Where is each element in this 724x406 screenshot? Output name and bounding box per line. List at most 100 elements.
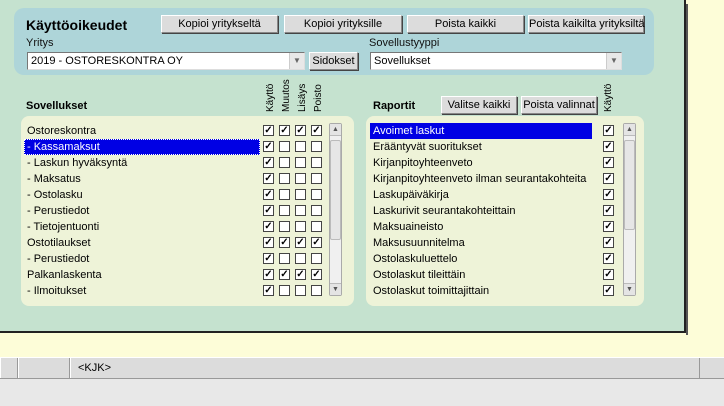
chevron-down-icon[interactable]: ▼: [289, 53, 304, 69]
page-title: Käyttöoikeudet: [26, 17, 128, 33]
links-button[interactable]: Sidokset: [309, 52, 358, 70]
permission-checkbox[interactable]: [295, 221, 306, 232]
permission-checkbox[interactable]: ✓: [311, 237, 322, 248]
permission-checkbox[interactable]: ✓: [311, 125, 322, 136]
permission-checkbox[interactable]: ✓: [263, 205, 274, 216]
permission-checkbox[interactable]: [295, 189, 306, 200]
list-item[interactable]: Ostoreskontra: [24, 123, 260, 139]
status-segment: [0, 358, 18, 378]
report-checkbox[interactable]: ✓: [603, 205, 614, 216]
permission-checkbox[interactable]: [279, 253, 290, 264]
report-checkbox[interactable]: ✓: [603, 253, 614, 264]
report-checkbox[interactable]: ✓: [603, 125, 614, 136]
list-item[interactable]: Kirjanpitoyhteenveto ilman seurantakohte…: [370, 171, 592, 187]
list-item[interactable]: Ostolaskuluettelo: [370, 251, 592, 267]
list-item[interactable]: Laskurivit seurantakohteittain: [370, 203, 592, 219]
apptype-select[interactable]: Sovellukset ▼: [370, 52, 622, 70]
permission-checkbox[interactable]: [311, 189, 322, 200]
list-item[interactable]: Maksuaineisto: [370, 219, 592, 235]
permission-checkbox[interactable]: ✓: [263, 269, 274, 280]
report-checkbox[interactable]: ✓: [603, 173, 614, 184]
report-checkbox[interactable]: ✓: [603, 189, 614, 200]
report-checkbox[interactable]: ✓: [603, 157, 614, 168]
permission-checkbox[interactable]: ✓: [295, 125, 306, 136]
permission-checkbox[interactable]: ✓: [279, 269, 290, 280]
scroll-up-icon[interactable]: ▲: [624, 124, 635, 136]
list-item[interactable]: - Perustiedot: [24, 203, 260, 219]
report-checkbox[interactable]: ✓: [603, 269, 614, 280]
list-item[interactable]: Ostotilaukset: [24, 235, 260, 251]
permission-checkbox[interactable]: [295, 285, 306, 296]
list-item[interactable]: Laskupäiväkirja: [370, 187, 592, 203]
list-item[interactable]: - Perustiedot: [24, 251, 260, 267]
remove-selected-button[interactable]: Poista valinnat: [521, 96, 597, 114]
permission-checkbox[interactable]: ✓: [263, 285, 274, 296]
permission-checkbox[interactable]: [279, 221, 290, 232]
permission-checkbox[interactable]: [279, 141, 290, 152]
company-select[interactable]: 2019 - OSTORESKONTRA OY ▼: [27, 52, 305, 70]
list-item[interactable]: - Maksatus: [24, 171, 260, 187]
permission-checkbox[interactable]: ✓: [295, 269, 306, 280]
permission-checkbox[interactable]: [279, 285, 290, 296]
permission-checkbox[interactable]: ✓: [263, 237, 274, 248]
permission-checkbox[interactable]: [311, 285, 322, 296]
permission-checkbox[interactable]: ✓: [295, 237, 306, 248]
apps-scrollbar[interactable]: ▲ ▼: [329, 123, 342, 296]
report-checkbox[interactable]: ✓: [603, 237, 614, 248]
list-item[interactable]: - Kassamaksut: [24, 139, 260, 155]
list-item[interactable]: - Ilmoitukset: [24, 283, 260, 299]
permission-checkbox[interactable]: [311, 141, 322, 152]
permission-checkbox[interactable]: [311, 205, 322, 216]
remove-all-button[interactable]: Poista kaikki: [407, 15, 524, 33]
permission-checkbox[interactable]: [279, 205, 290, 216]
report-checkbox[interactable]: ✓: [603, 221, 614, 232]
list-item[interactable]: - Laskun hyväksyntä: [24, 155, 260, 171]
permission-checkbox[interactable]: [295, 141, 306, 152]
permission-checkbox[interactable]: [295, 205, 306, 216]
scroll-thumb[interactable]: [330, 140, 341, 240]
reports-scrollbar[interactable]: ▲ ▼: [623, 123, 636, 296]
list-item[interactable]: Erääntyvät suoritukset: [370, 139, 592, 155]
list-item[interactable]: Palkanlaskenta: [24, 267, 260, 283]
report-checkbox[interactable]: ✓: [603, 141, 614, 152]
permission-checkbox[interactable]: [311, 221, 322, 232]
scroll-thumb[interactable]: [624, 140, 635, 230]
remove-all-companies-button[interactable]: Poista kaikilta yrityksiltä: [528, 15, 645, 33]
permission-checkbox[interactable]: [279, 157, 290, 168]
list-item[interactable]: Avoimet laskut: [370, 123, 592, 139]
select-all-button[interactable]: Valitse kaikki: [441, 96, 517, 114]
permission-checkbox[interactable]: ✓: [263, 157, 274, 168]
permission-checkbox[interactable]: ✓: [263, 189, 274, 200]
permission-checkbox[interactable]: ✓: [311, 269, 322, 280]
report-checkbox[interactable]: ✓: [603, 285, 614, 296]
permission-checkbox[interactable]: [295, 253, 306, 264]
permission-checkbox[interactable]: ✓: [263, 253, 274, 264]
permission-checkbox[interactable]: [295, 157, 306, 168]
permission-checkbox[interactable]: [311, 173, 322, 184]
permission-checkbox[interactable]: ✓: [263, 221, 274, 232]
list-item[interactable]: Ostolaskut tileittäin: [370, 267, 592, 283]
chevron-down-icon[interactable]: ▼: [606, 53, 621, 69]
permission-checkbox[interactable]: ✓: [279, 125, 290, 136]
permission-checkbox[interactable]: ✓: [263, 125, 274, 136]
permission-checkbox[interactable]: ✓: [263, 141, 274, 152]
permission-checkbox[interactable]: [295, 173, 306, 184]
bottom-strip: [0, 379, 724, 406]
permission-checkbox[interactable]: [311, 157, 322, 168]
list-item[interactable]: Kirjanpitoyhteenveto: [370, 155, 592, 171]
list-item[interactable]: - Tietojentuonti: [24, 219, 260, 235]
list-item[interactable]: Maksusuunnitelma: [370, 235, 592, 251]
scroll-down-icon[interactable]: ▼: [330, 283, 341, 295]
copy-from-company-button[interactable]: Kopioi yritykseltä: [161, 15, 278, 33]
list-item[interactable]: - Ostolasku: [24, 187, 260, 203]
list-item[interactable]: Ostolaskut toimittajittain: [370, 283, 592, 299]
permission-checkbox[interactable]: ✓: [263, 173, 274, 184]
permission-checkbox[interactable]: [279, 173, 290, 184]
scroll-up-icon[interactable]: ▲: [330, 124, 341, 136]
scroll-down-icon[interactable]: ▼: [624, 283, 635, 295]
permission-checkbox[interactable]: ✓: [279, 237, 290, 248]
copy-to-companies-button[interactable]: Kopioi yrityksille: [284, 15, 402, 33]
permission-checkbox[interactable]: [279, 189, 290, 200]
permission-checkbox[interactable]: [311, 253, 322, 264]
apps-column-header: Lisäys: [297, 83, 308, 112]
